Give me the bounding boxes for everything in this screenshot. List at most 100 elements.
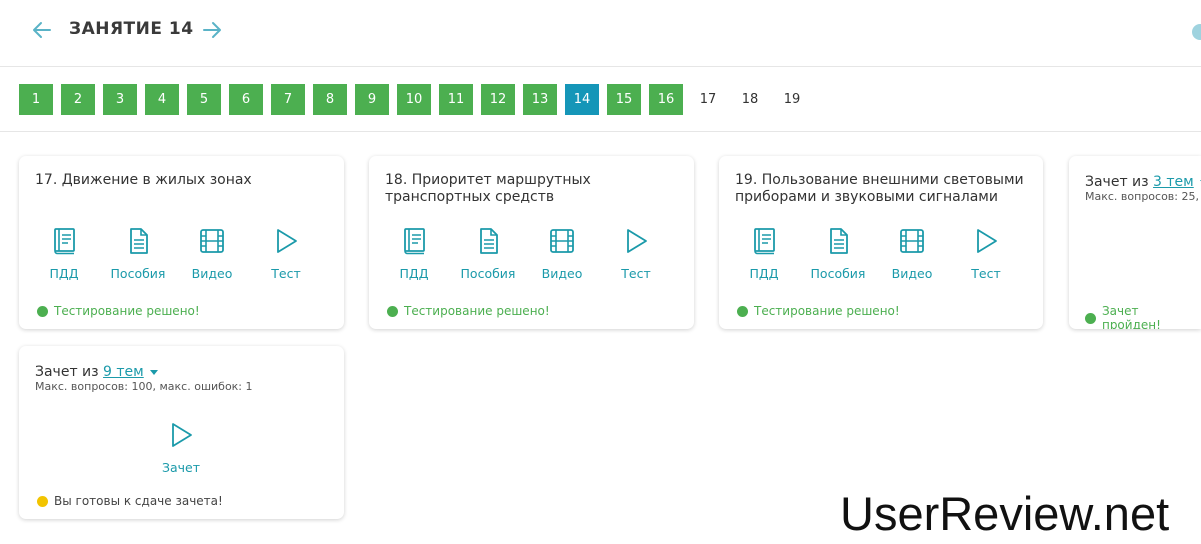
manuals-label: Пособия: [460, 266, 516, 281]
lesson-page-button[interactable]: 3: [103, 84, 137, 115]
pdd-label: ПДД: [399, 266, 429, 281]
status-text: Тестирование решено!: [754, 304, 900, 318]
document-icon: [130, 228, 148, 254]
exam-title: Зачет из 9 тем: [35, 364, 158, 380]
lesson-page-button[interactable]: 8: [313, 84, 347, 115]
book-icon: [54, 228, 75, 255]
topic-actions: ПДД Пособия Видео Тест: [735, 226, 1031, 281]
status-badge: Тестирование решено!: [37, 304, 200, 318]
status-dot-icon: [37, 495, 48, 507]
status-dot-icon: [1085, 312, 1096, 324]
manuals-button[interactable]: Пособия: [459, 226, 517, 281]
lesson-page-button[interactable]: 13: [523, 84, 557, 115]
status-text: Вы готовы к сдаче зачета!: [54, 494, 223, 508]
book-icon: [404, 228, 425, 255]
pdd-button[interactable]: ПДД: [735, 226, 793, 281]
document-icon: [480, 228, 498, 254]
watermark: UserReview.net: [830, 483, 1201, 544]
lesson-page-button[interactable]: 4: [145, 84, 179, 115]
status-text: Тестирование решено!: [54, 304, 200, 318]
status-text: Тестирование решено!: [404, 304, 550, 318]
exam-card-9-topics: Зачет из 9 тем Макс. вопросов: 100, макс…: [19, 346, 344, 519]
exam-card-3-topics: Зачет из 3 тем Макс. вопросов: 25, Зачет…: [1069, 156, 1201, 329]
lesson-page-button[interactable]: 10: [397, 84, 431, 115]
exam-limits: Макс. вопросов: 25,: [1085, 190, 1199, 203]
help-button[interactable]: [1192, 24, 1201, 40]
test-button[interactable]: Тест: [607, 226, 665, 281]
test-button[interactable]: Тест: [257, 226, 315, 281]
pdd-button[interactable]: ПДД: [385, 226, 443, 281]
status-badge: Тестирование решено!: [737, 304, 900, 318]
lesson-page-button[interactable]: 9: [355, 84, 389, 115]
lesson-page-button[interactable]: 18: [733, 84, 767, 115]
lesson-pager: 1 2 3 4 5 6 7 8 9 10 11 12 13 14 15 16 17 18 19: [0, 67, 1201, 132]
lesson-page-button[interactable]: 12: [481, 84, 515, 115]
video-label: Видео: [891, 266, 933, 281]
video-label: Видео: [541, 266, 583, 281]
video-button[interactable]: Видео: [533, 226, 591, 281]
video-button[interactable]: Видео: [183, 226, 241, 281]
lesson-page-button[interactable]: 17: [691, 84, 725, 115]
exam-topics-link[interactable]: 3 тем: [1153, 174, 1194, 190]
film-icon: [550, 229, 574, 253]
lesson-page-button[interactable]: 1: [19, 84, 53, 115]
manuals-button[interactable]: Пособия: [809, 226, 867, 281]
play-icon: [172, 423, 192, 447]
status-dot-icon: [737, 305, 748, 317]
film-icon: [900, 229, 924, 253]
exam-title: Зачет из 3 тем: [1085, 174, 1201, 190]
lesson-page-button[interactable]: 11: [439, 84, 473, 115]
status-badge: Вы готовы к сдаче зачета!: [37, 494, 223, 508]
status-text: Зачет пройден!: [1101, 304, 1161, 329]
video-button[interactable]: Видео: [883, 226, 941, 281]
exam-limits: Макс. вопросов: 100, макс. ошибок: 1: [35, 380, 253, 393]
prev-lesson-button[interactable]: [30, 18, 54, 42]
test-button[interactable]: Тест: [957, 226, 1015, 281]
topic-card-17: 17. Движение в жилых зонах ПДД Пособия В…: [19, 156, 344, 329]
lesson-page-button[interactable]: 2: [61, 84, 95, 115]
pdd-label: ПДД: [749, 266, 779, 281]
video-label: Видео: [191, 266, 233, 281]
status-dot-icon: [387, 305, 398, 317]
next-lesson-button[interactable]: [200, 18, 224, 42]
lesson-page-button[interactable]: 6: [229, 84, 263, 115]
topic-title: 19. Пользование внешними световыми прибо…: [735, 172, 1024, 205]
manuals-button[interactable]: Пособия: [109, 226, 167, 281]
topic-actions: ПДД Пособия Видео Тест: [35, 226, 331, 281]
topic-card-19: 19. Пользование внешними световыми прибо…: [719, 156, 1043, 329]
book-icon: [754, 228, 775, 255]
pdd-button[interactable]: ПДД: [35, 226, 93, 281]
topic-title: 18. Приоритет маршрутных транспортных ср…: [385, 172, 591, 205]
lesson-page-button[interactable]: 7: [271, 84, 305, 115]
topic-title: 17. Движение в жилых зонах: [35, 172, 252, 188]
test-label: Тест: [271, 266, 301, 281]
topic-actions: ПДД Пособия Видео Тест: [385, 226, 681, 281]
topic-card-18: 18. Приоритет маршрутных транспортных ср…: [369, 156, 694, 329]
start-exam-button[interactable]: Зачет: [151, 420, 211, 475]
lesson-page-button[interactable]: 5: [187, 84, 221, 115]
exam-topics-link[interactable]: 9 тем: [103, 364, 144, 380]
status-badge: Тестирование решено!: [387, 304, 550, 318]
lesson-header: ЗАНЯТИЕ 14: [0, 0, 1201, 67]
exam-label: Зачет: [161, 460, 201, 475]
manuals-label: Пособия: [810, 266, 866, 281]
lesson-page-button[interactable]: 19: [775, 84, 809, 115]
exam-prefix: Зачет из: [35, 364, 99, 380]
lesson-page-button[interactable]: 16: [649, 84, 683, 115]
test-label: Тест: [971, 266, 1001, 281]
arrow-left-icon: [33, 22, 51, 38]
play-icon: [977, 229, 997, 253]
play-icon: [277, 229, 297, 253]
status-dot-icon: [37, 305, 48, 317]
document-icon: [830, 228, 848, 254]
status-badge: Зачет пройден!: [1085, 304, 1201, 329]
pdd-label: ПДД: [49, 266, 79, 281]
lesson-title: ЗАНЯТИЕ 14: [69, 19, 194, 39]
lesson-page-list: 1 2 3 4 5 6 7 8 9 10 11 12 13 14 15 16 17 18 19: [19, 84, 817, 115]
lesson-page-button[interactable]: 14: [565, 84, 599, 115]
exam-prefix: Зачет из: [1085, 174, 1149, 190]
lesson-page-button[interactable]: 15: [607, 84, 641, 115]
film-icon: [200, 229, 224, 253]
arrow-right-icon: [203, 22, 221, 38]
chevron-down-icon[interactable]: [149, 369, 158, 375]
